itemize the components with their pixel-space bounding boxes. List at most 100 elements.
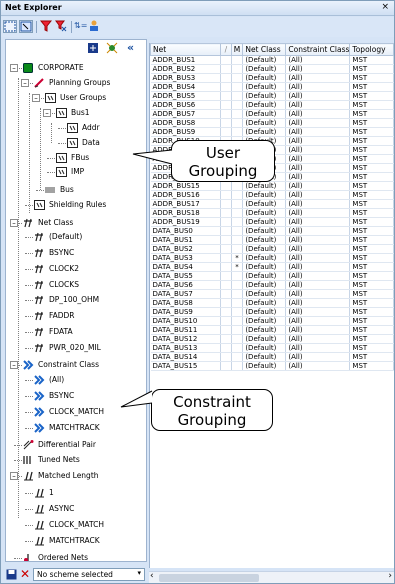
table-row[interactable]: DATA_BUS5 (Default) (All) MST (150, 271, 394, 281)
filter-icon[interactable] (39, 20, 53, 34)
tree-item[interactable]: FBus (56, 151, 89, 165)
column-header[interactable]: Topology (349, 43, 394, 56)
column-header[interactable]: Constraint Class (285, 43, 351, 56)
table-row[interactable]: ADDR_BUS15 (Default) (All) MST (150, 181, 394, 191)
tree-item[interactable]: Bus1 (56, 106, 90, 120)
tree-item[interactable]: Matched Length (23, 469, 99, 483)
tree-item[interactable]: ASYNC (34, 502, 74, 516)
table-row[interactable]: ADDR_BUS9 (Default) (All) MST (150, 127, 394, 137)
expander-icon[interactable]: – (21, 79, 29, 87)
table-row[interactable]: ADDR_BUS5 (Default) (All) MST (150, 91, 394, 101)
tree-item[interactable]: FADDR (34, 309, 75, 323)
tree-item[interactable]: PWR_020_MIL (34, 341, 101, 355)
toolbar-separator (36, 21, 37, 33)
expander-icon[interactable]: – (10, 361, 18, 369)
scroll-left-icon[interactable]: ‹ (150, 571, 154, 581)
table-row[interactable]: DATA_BUS9 (Default) (All) MST (150, 307, 394, 317)
expander-icon[interactable]: – (10, 64, 18, 72)
tree-item[interactable]: MATCHTRACK (34, 534, 100, 548)
table-row[interactable]: DATA_BUS13 (Default) (All) MST (150, 343, 394, 353)
clear-filter-icon[interactable] (55, 20, 67, 34)
tree-item[interactable]: CLOCK_MATCH (34, 405, 104, 419)
tree-item[interactable]: 1 (34, 486, 54, 500)
table-row[interactable]: ADDR_BUS17 (Default) (All) MST (150, 199, 394, 209)
table-row[interactable]: DATA_BUS1 (Default) (All) MST (150, 235, 394, 245)
table-row[interactable]: ADDR_BUS4 (Default) (All) MST (150, 82, 394, 92)
tree-item[interactable]: (All) (34, 373, 64, 387)
scroll-thumb[interactable] (159, 574, 259, 582)
tree-item[interactable]: CLOCK2 (34, 262, 79, 276)
scheme-select[interactable]: No scheme selected ▾ (33, 568, 145, 581)
scroll-right-icon[interactable]: › (388, 571, 392, 581)
tree-item[interactable]: MATCHTRACK (34, 421, 100, 435)
table-row[interactable]: DATA_BUS4 * (Default) (All) MST (150, 262, 394, 272)
column-header[interactable]: Net Class (242, 43, 287, 56)
tree-item[interactable]: CLOCKS (34, 278, 79, 292)
delete-icon[interactable]: ✕ (20, 567, 30, 581)
close-icon[interactable]: × (381, 2, 389, 12)
table-row[interactable]: DATA_BUS8 (Default) (All) MST (150, 298, 394, 308)
select-all-icon[interactable] (3, 20, 17, 33)
table-cell: MST (349, 64, 394, 74)
collapse-panel-icon[interactable]: « (127, 41, 134, 54)
tree-item[interactable]: Constraint Class (23, 358, 99, 372)
table-row[interactable]: DATA_BUS10 (Default) (All) MST (150, 316, 394, 326)
constraint-class-icon (34, 375, 45, 385)
tree-item[interactable]: FDATA (34, 325, 73, 339)
user-icon[interactable] (89, 20, 99, 34)
expander-icon[interactable]: – (43, 109, 51, 117)
table-cell (220, 190, 232, 200)
expander-icon[interactable]: – (10, 472, 18, 480)
table-row[interactable]: ADDR_BUS18 (Default) (All) MST (150, 208, 394, 218)
tree-item[interactable]: BSYNC (34, 389, 74, 403)
table-row[interactable]: ADDR_BUS6 (Default) (All) MST (150, 100, 394, 110)
horizontal-scrollbar[interactable]: ‹ › (149, 571, 394, 583)
table-row[interactable]: DATA_BUS14 (Default) (All) MST (150, 352, 394, 362)
tree-item[interactable]: Addr (67, 121, 100, 135)
expander-icon[interactable]: – (10, 219, 18, 227)
tree-item[interactable]: CORPORATE (23, 61, 84, 75)
save-icon[interactable] (6, 569, 17, 582)
tree-item[interactable]: Net Class (23, 216, 73, 230)
table-row[interactable]: ADDR_BUS8 (Default) (All) MST (150, 118, 394, 128)
table-row[interactable]: ADDR_BUS16 (Default) (All) MST (150, 190, 394, 200)
table-row[interactable]: DATA_BUS11 (Default) (All) MST (150, 325, 394, 335)
table-row[interactable]: ADDR_BUS3 (Default) (All) MST (150, 73, 394, 83)
sort-icon[interactable]: ⇅= (74, 21, 87, 30)
tree-item[interactable]: Data (67, 136, 100, 150)
tree-item[interactable]: Planning Groups (34, 76, 110, 90)
tree-item[interactable]: DP_100_OHM (34, 293, 99, 307)
table-row[interactable]: ADDR_BUS7 (Default) (All) MST (150, 109, 394, 119)
table-row[interactable]: DATA_BUS7 (Default) (All) MST (150, 289, 394, 299)
table-cell: ADDR_BUS6 (150, 100, 222, 110)
table-row[interactable]: DATA_BUS15 (Default) (All) MST (150, 361, 394, 371)
table-row[interactable]: ADDR_BUS19 (Default) (All) MST (150, 217, 394, 227)
tree-connector (25, 493, 33, 494)
table-row[interactable]: DATA_BUS12 (Default) (All) MST (150, 334, 394, 344)
column-header[interactable]: / (220, 43, 232, 56)
tree-item[interactable]: CLOCK_MATCH (34, 518, 104, 532)
table-row[interactable]: DATA_BUS0 (Default) (All) MST (150, 226, 394, 236)
table-row[interactable]: DATA_BUS2 (Default) (All) MST (150, 244, 394, 254)
tree-item[interactable]: Ordered Nets (23, 551, 88, 561)
table-row[interactable]: DATA_BUS6 (Default) (All) MST (150, 280, 394, 290)
tree-item[interactable]: Differential Pair (23, 438, 96, 452)
table-row[interactable]: ADDR_BUS2 (Default) (All) MST (150, 64, 394, 74)
tree-options-icon[interactable] (106, 42, 118, 56)
tree-item[interactable]: Bus (45, 183, 74, 197)
grid-view-icon[interactable] (88, 43, 98, 55)
tree-item[interactable]: (Default) (34, 230, 82, 244)
tree-item[interactable]: BSYNC (34, 246, 74, 260)
tree-item[interactable]: Shielding Rules (34, 198, 106, 212)
tree-item[interactable]: Tuned Nets (23, 453, 80, 467)
tree-item[interactable]: User Groups (45, 91, 106, 105)
column-header[interactable]: Net (150, 43, 222, 56)
tree-item[interactable]: IMP (56, 165, 84, 179)
table-cell (231, 226, 244, 236)
expander-icon[interactable]: – (32, 94, 40, 102)
column-header[interactable]: M (230, 43, 244, 56)
callout-text: Constraint Grouping (173, 393, 251, 429)
select-tool-icon[interactable] (19, 20, 33, 33)
table-row[interactable]: ADDR_BUS1 (Default) (All) MST (150, 55, 394, 65)
table-row[interactable]: DATA_BUS3 * (Default) (All) MST (150, 253, 394, 263)
